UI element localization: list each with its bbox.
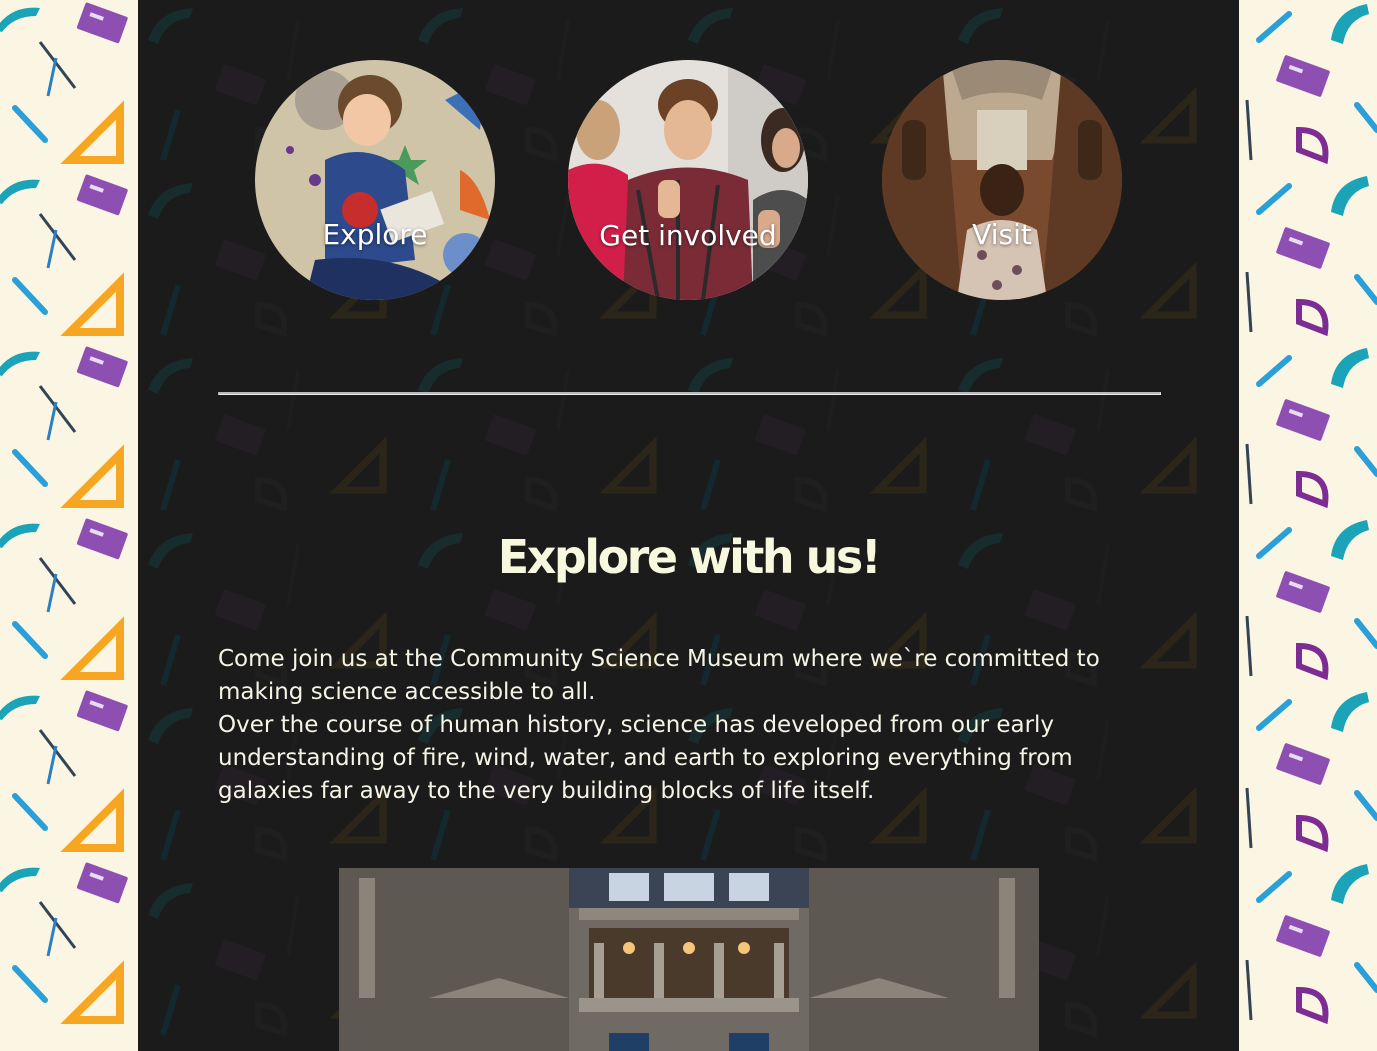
circle-navigation: Explore Get involved Visit — [138, 0, 1239, 320]
visit-link[interactable]: Visit — [882, 60, 1122, 300]
left-pattern-panel — [0, 0, 138, 1051]
right-pattern-panel — [1239, 0, 1377, 1051]
explore-label: Explore — [322, 218, 428, 251]
museum-hall-image — [339, 868, 1039, 1051]
get-involved-label: Get involved — [599, 219, 777, 252]
section-divider — [218, 392, 1161, 395]
section-heading: Explore with us! — [497, 530, 882, 584]
get-involved-link[interactable]: Get involved — [568, 60, 808, 300]
main-content: Explore Get involved Visit Explore with … — [138, 0, 1239, 1051]
school-supplies-pattern — [1239, 0, 1377, 1051]
intro-paragraph-1: Come join us at the Community Science Mu… — [218, 646, 1100, 705]
visit-label: Visit — [972, 218, 1032, 251]
intro-paragraph-2: Over the course of human history, scienc… — [218, 712, 1073, 804]
museum-interior-photo — [339, 868, 1039, 1051]
explore-link[interactable]: Explore — [255, 60, 495, 300]
intro-text: Come join us at the Community Science Mu… — [218, 643, 1168, 808]
school-supplies-pattern — [0, 0, 138, 1051]
